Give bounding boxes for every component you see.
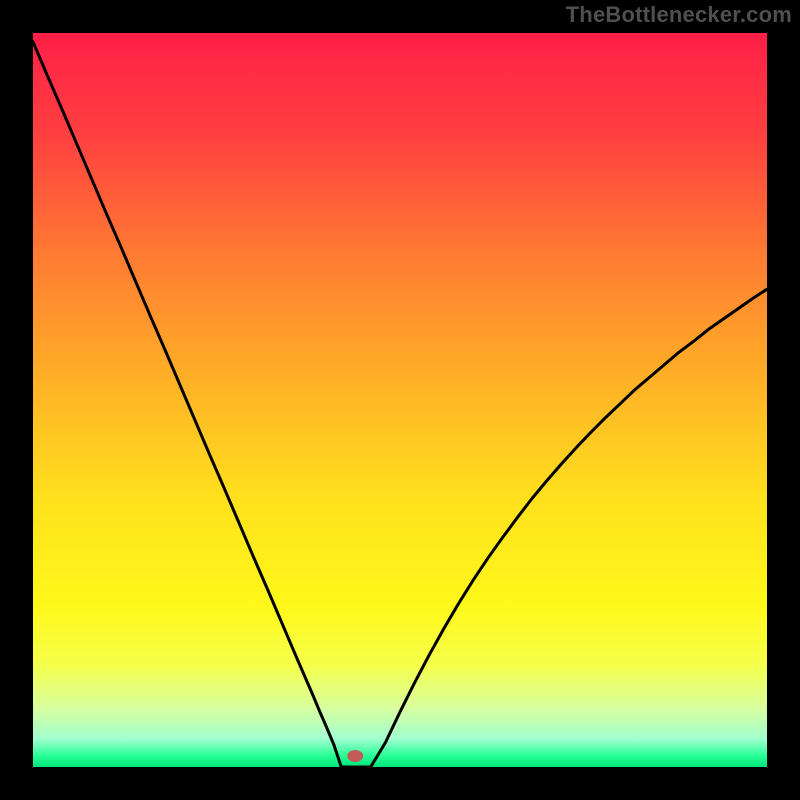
optimal-point-marker (347, 750, 363, 762)
plot-background (33, 33, 767, 767)
attribution-label: TheBottlenecker.com (566, 2, 792, 28)
chart-frame: TheBottlenecker.com (0, 0, 800, 800)
bottleneck-chart (33, 33, 767, 767)
